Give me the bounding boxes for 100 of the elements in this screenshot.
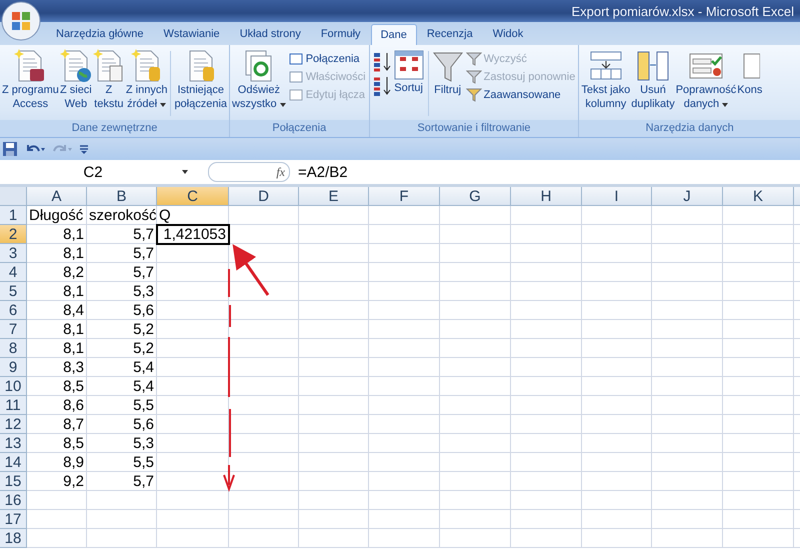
table-cell — [440, 396, 511, 415]
row-header[interactable]: 15 — [0, 472, 27, 491]
row-header[interactable]: 9 — [0, 358, 27, 377]
table-cell — [299, 225, 369, 244]
row-header[interactable]: 8 — [0, 339, 27, 358]
column-header[interactable]: C — [157, 187, 229, 206]
group-title: Narzędzia danych — [579, 120, 800, 137]
ribbon-tab[interactable]: Widok — [482, 23, 534, 45]
ribbon-tab[interactable]: Narzędzia główne — [46, 23, 154, 45]
ribbon-button[interactable]: Połączenia — [286, 51, 367, 67]
ribbon-tab[interactable]: Recenzja — [416, 23, 483, 45]
save-icon[interactable] — [2, 141, 18, 157]
ribbon-tab[interactable]: Wstawianie — [153, 23, 230, 45]
table-cell — [87, 491, 157, 510]
table-cell — [582, 529, 652, 548]
table-cell — [582, 491, 652, 510]
ribbon-button[interactable]: Kons — [737, 47, 762, 120]
ribbon-button[interactable]: Sortuj — [392, 47, 425, 120]
ribbon-tab[interactable]: Układ strony — [230, 23, 311, 45]
table-cell — [652, 358, 723, 377]
table-cell — [723, 472, 794, 491]
row-header[interactable]: 3 — [0, 244, 27, 263]
column-header[interactable]: F — [369, 187, 440, 206]
table-cell — [369, 529, 440, 548]
ribbon-button[interactable]: Tekst jako kolumny — [581, 47, 630, 120]
row-header[interactable]: 5 — [0, 282, 27, 301]
column-header[interactable]: A — [27, 187, 87, 206]
ribbon-tab[interactable]: Dane — [370, 24, 417, 45]
document-icon — [60, 49, 92, 83]
table-cell — [229, 396, 299, 415]
funnel-icon — [466, 88, 482, 102]
column-header[interactable]: D — [229, 187, 299, 206]
table-cell — [652, 320, 723, 339]
table-cell: 8,3 — [27, 358, 87, 377]
formula-field[interactable]: =A2/B2 — [298, 164, 348, 180]
row-header[interactable]: 2 — [0, 225, 27, 244]
row-header[interactable]: 14 — [0, 453, 27, 472]
table-cell — [369, 263, 440, 282]
table-cell — [440, 301, 511, 320]
table-cell — [511, 396, 582, 415]
ribbon-button[interactable]: Usuń duplikaty — [631, 47, 675, 120]
table-cell — [582, 301, 652, 320]
column-header[interactable]: I — [582, 187, 652, 206]
column-header[interactable]: E — [299, 187, 369, 206]
table-cell — [582, 434, 652, 453]
table-cell — [369, 434, 440, 453]
table-cell — [440, 358, 511, 377]
column-header[interactable]: G — [440, 187, 511, 206]
document-icon — [130, 49, 163, 83]
table-cell — [723, 282, 794, 301]
ribbon-button[interactable]: Filtruj — [432, 47, 464, 120]
table-cell — [229, 434, 299, 453]
row-header[interactable]: 16 — [0, 491, 27, 510]
table-cell — [723, 453, 794, 472]
row-header[interactable]: 11 — [0, 396, 27, 415]
row-header[interactable]: 17 — [0, 510, 27, 529]
table-cell — [440, 377, 511, 396]
table-cell: 5,3 — [87, 434, 157, 453]
customize-icon[interactable] — [80, 144, 88, 154]
table-cell — [440, 206, 511, 225]
table-cell — [157, 263, 229, 282]
table-cell — [652, 244, 723, 263]
table-cell — [299, 320, 369, 339]
table-cell — [299, 358, 369, 377]
ribbon-button[interactable]: Z programu Access — [2, 47, 59, 120]
column-header[interactable]: J — [652, 187, 723, 206]
ribbon-tab[interactable]: Formuły — [310, 23, 371, 45]
row-header[interactable]: 1 — [0, 206, 27, 225]
table-cell — [723, 415, 794, 434]
table-cell — [652, 396, 723, 415]
table-cell — [369, 206, 440, 225]
function-button[interactable]: fx — [208, 162, 290, 182]
row-header[interactable]: 7 — [0, 320, 27, 339]
table-cell — [652, 510, 723, 529]
sort-descending-icon[interactable] — [372, 75, 392, 97]
name-box[interactable]: C2 — [0, 164, 182, 180]
table-cell: 8,4 — [27, 301, 87, 320]
sort-ascending-icon[interactable] — [372, 51, 392, 73]
ribbon-button[interactable]: Z sieci Web — [60, 47, 92, 120]
ribbon-button[interactable]: Odśwież wszystko — [232, 47, 286, 120]
ribbon-button[interactable]: Istniejące połączenia — [174, 47, 228, 120]
row-header[interactable]: 13 — [0, 434, 27, 453]
table-cell: 8,1 — [27, 320, 87, 339]
column-header[interactable]: B — [87, 187, 157, 206]
ribbon-button[interactable]: Zaawansowane — [464, 87, 576, 103]
row-header[interactable]: 18 — [0, 529, 27, 548]
column-header[interactable]: H — [511, 187, 582, 206]
table-cell — [369, 377, 440, 396]
row-header[interactable]: 4 — [0, 263, 27, 282]
table-cell — [87, 529, 157, 548]
table-cell — [299, 472, 369, 491]
ribbon-button[interactable]: Z innych źródeł — [126, 47, 168, 120]
ribbon-button[interactable]: Z tekstu — [92, 47, 125, 120]
ribbon-button[interactable]: Poprawność danych — [676, 47, 736, 120]
row-header[interactable]: 10 — [0, 377, 27, 396]
column-header[interactable]: K — [723, 187, 794, 206]
row-header[interactable]: 6 — [0, 301, 27, 320]
row-header[interactable]: 12 — [0, 415, 27, 434]
table-cell — [299, 396, 369, 415]
table-cell — [229, 225, 299, 244]
